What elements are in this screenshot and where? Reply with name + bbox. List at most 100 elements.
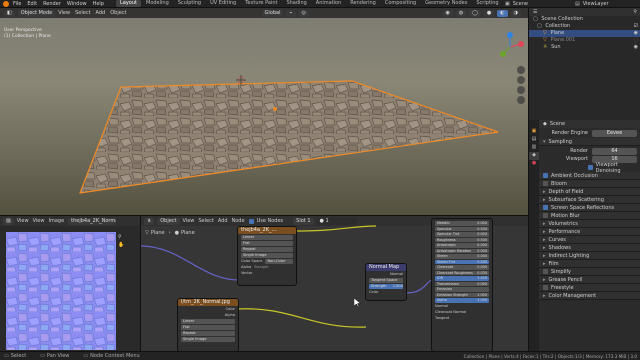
projection-dropdown[interactable]: Flat	[181, 325, 235, 330]
world-tab-icon[interactable]: ●	[529, 160, 539, 168]
view-layer-tab-icon[interactable]: ▥	[529, 144, 539, 152]
tool-tab-icon[interactable]	[529, 120, 539, 128]
overlays-icon[interactable]: ◍	[455, 9, 467, 17]
node-header[interactable]: Normal Map	[366, 264, 406, 271]
outliner-collection[interactable]: ▢ Collection ☑	[529, 23, 640, 30]
image-menu-view-2[interactable]: View	[33, 218, 45, 224]
tab-texture-paint[interactable]: Texture Paint	[241, 0, 281, 7]
panel-bloom[interactable]: Bloom	[539, 180, 640, 188]
extension-dropdown[interactable]: Repeat	[181, 331, 235, 336]
wireframe-shading-icon[interactable]: ◯	[469, 9, 481, 17]
panel-depth-of-field[interactable]: ▸ Depth of Field	[539, 188, 640, 196]
editor-type-button[interactable]: ◧	[4, 9, 15, 17]
tab-modeling[interactable]: Modeling	[142, 0, 173, 7]
menu-edit[interactable]: Edit	[27, 1, 37, 7]
bsdf-input-row[interactable]: Anisotropic Rotation 0.000	[435, 248, 489, 253]
snap-icon[interactable]: ⌁	[286, 9, 296, 17]
bsdf-input-row[interactable]: Clearcoat Roughness 0.030	[435, 270, 489, 275]
strength-field[interactable]: Strength 1.000	[369, 284, 403, 289]
viewport-menu-view[interactable]: View	[58, 10, 70, 16]
checkbox-icon[interactable]	[543, 269, 548, 274]
checkbox-icon[interactable]	[543, 285, 548, 290]
panel-sampling[interactable]: ▾ Sampling	[539, 138, 640, 146]
panel-grease-pencil[interactable]: ▸ Grease Pencil	[539, 276, 640, 284]
checkbox-icon[interactable]	[543, 181, 548, 186]
panel-performance[interactable]: ▸ Performance	[539, 228, 640, 236]
node-header[interactable]: thejb4a_2K_...	[238, 227, 296, 234]
tab-uv-editing[interactable]: UV Editing	[206, 0, 240, 7]
projection-dropdown[interactable]: Flat	[241, 241, 293, 246]
checkbox-icon[interactable]	[588, 165, 593, 170]
material-shading-icon[interactable]: ◐	[497, 9, 508, 17]
transform-orientation-dropdown[interactable]: Global	[261, 9, 284, 17]
panel-shadows[interactable]: ▸ Shadows	[539, 244, 640, 252]
panel-subsurface-scattering[interactable]: ▸ Subsurface Scattering	[539, 196, 640, 204]
blender-logo-icon[interactable]	[3, 0, 9, 7]
tab-rendering[interactable]: Rendering	[346, 0, 380, 7]
view-layer-name[interactable]: ViewLayer	[583, 1, 609, 7]
normal-map-node[interactable]: Normal Map Normal Tangent Space Strength…	[365, 263, 407, 301]
tab-geometry-nodes[interactable]: Geometry Nodes	[421, 0, 471, 7]
panel-curves[interactable]: ▸ Curves	[539, 236, 640, 244]
outliner-editor-icon[interactable]: ☰	[533, 9, 537, 15]
extension-dropdown[interactable]: Repeat	[241, 247, 293, 252]
image-texture-node-2[interactable]: I/tm_2K_Normal.jpg Color Alpha Linear Fl…	[177, 298, 239, 351]
menu-window[interactable]: Window	[67, 1, 87, 7]
bsdf-input-row[interactable]: Emission Strength 1.000	[435, 292, 489, 297]
tab-layout[interactable]: Layout	[116, 0, 141, 7]
panel-motion-blur[interactable]: Motion Blur	[539, 212, 640, 220]
viewport-menu-object[interactable]: Object	[110, 10, 126, 16]
space-dropdown[interactable]: Tangent Space	[369, 278, 403, 283]
menu-help[interactable]: Help	[93, 1, 104, 7]
bsdf-input-row[interactable]: Sheen 0.000	[435, 254, 489, 259]
panel-screen-space-reflections[interactable]: Screen Space Reflections	[539, 204, 640, 212]
scene-selector[interactable]: ▣ Scene	[505, 0, 528, 8]
checkbox-icon[interactable]: ☑	[634, 23, 638, 30]
image-menu-view[interactable]: View	[17, 218, 29, 224]
tab-scripting[interactable]: Scripting	[472, 0, 502, 7]
eye-icon[interactable]: ◉	[634, 44, 638, 51]
bsdf-input-row[interactable]: Specular Tint 0.000	[435, 232, 489, 237]
interpolation-dropdown[interactable]: Linear	[181, 319, 235, 324]
view-layer-selector[interactable]: ▤ ViewLayer	[575, 0, 609, 8]
shader-node-editor[interactable]: ⋔ Object View Select Add Node Use Nodes …	[140, 215, 528, 351]
node-header[interactable]: I/tm_2K_Normal.jpg	[178, 299, 238, 306]
bsdf-input-row[interactable]: Clearcoat 0.000	[435, 265, 489, 270]
image-selector[interactable]: thejb4a_2K_Normal.jpg	[68, 217, 117, 225]
output-tab-icon[interactable]: ▤	[529, 136, 539, 144]
alpha-dropdown[interactable]: Straight	[254, 265, 268, 270]
proportional-edit-icon[interactable]: ◎	[298, 9, 309, 17]
bsdf-input-row[interactable]: Emission	[435, 287, 489, 292]
scene-tab-icon[interactable]: ◆	[529, 152, 539, 160]
render-tab-icon[interactable]: ▣	[529, 128, 539, 136]
render-samples-field[interactable]: 64	[592, 147, 637, 155]
menu-file[interactable]: File	[13, 1, 21, 7]
source-dropdown[interactable]: Single Image	[241, 253, 293, 258]
viewport-menu-add[interactable]: Add	[96, 10, 106, 16]
color-space-dropdown[interactable]: Non-Color	[265, 259, 293, 264]
pan-icon[interactable]: ✋	[118, 242, 126, 250]
axis-gizmo[interactable]	[495, 32, 525, 62]
outliner[interactable]: ☰ ⚲ ▢ Scene Collection ▢ Collection ☑ ▽ …	[529, 8, 640, 118]
outliner-filter-icon[interactable]: ⚲	[633, 9, 637, 15]
tab-shading[interactable]: Shading	[282, 0, 310, 7]
render-engine-dropdown[interactable]: Eevee	[592, 129, 637, 137]
image-editor[interactable]: ▨ View View Image thejb4a_2K_Normal.jpg …	[0, 215, 140, 351]
zoom-icon[interactable]: ⚲	[118, 234, 126, 242]
menu-render[interactable]: Render	[43, 1, 61, 7]
image-texture-node-1[interactable]: thejb4a_2K_... Linear Flat Repeat Single…	[237, 226, 297, 286]
outliner-item-sun[interactable]: ☼ Sun ◉	[529, 44, 640, 51]
editor-type-button[interactable]: ▨	[3, 217, 14, 225]
checkbox-icon[interactable]	[543, 213, 548, 218]
bsdf-input-row[interactable]: Alpha 1.000	[435, 298, 489, 303]
outliner-scene-collection[interactable]: ▢ Scene Collection	[529, 16, 640, 23]
interpolation-dropdown[interactable]: Linear	[241, 235, 293, 240]
eye-icon[interactable]: ◉	[634, 30, 638, 37]
object-mode-dropdown[interactable]: Object Mode	[17, 9, 56, 17]
bsdf-input-row[interactable]: Metallic 0.000	[435, 221, 489, 226]
bsdf-input-row[interactable]: Roughness 0.500	[435, 237, 489, 242]
tab-animation[interactable]: Animation	[312, 0, 346, 7]
zoom-icon[interactable]	[517, 66, 525, 74]
camera-view-icon[interactable]	[517, 86, 525, 94]
bsdf-input-row[interactable]: Transmission 0.000	[435, 281, 489, 286]
